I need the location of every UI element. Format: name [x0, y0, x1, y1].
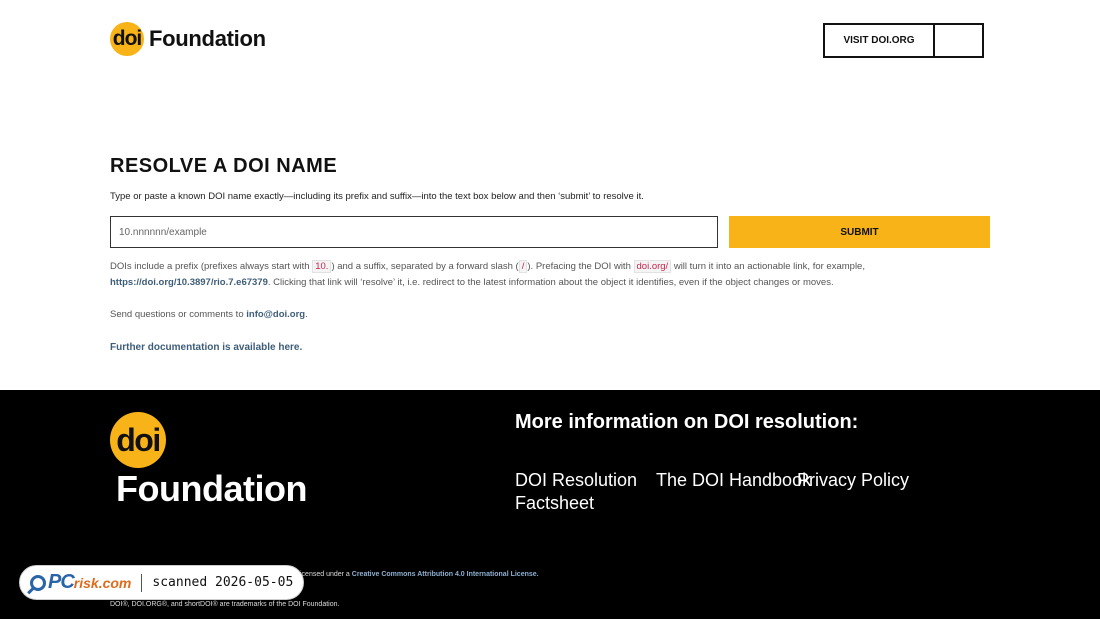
watermark-logo-small: risk.com — [73, 575, 132, 591]
doi-org-code: doi.org/ — [633, 260, 672, 273]
watermark-divider — [141, 573, 143, 592]
doi-logo-mark: doi — [110, 22, 144, 56]
watermark-logo: PCrisk.com — [48, 571, 131, 594]
footer-link-privacy[interactable]: Privacy Policy — [797, 469, 909, 492]
logo-wordmark: Foundation — [149, 26, 266, 51]
visit-doi-org-button[interactable]: VISIT DOI.ORG — [825, 25, 935, 56]
contact-email-link[interactable]: info@doi.org — [246, 309, 305, 320]
further-documentation-link[interactable]: Further documentation is available here. — [110, 342, 302, 353]
footer-doi-logo-mark: doi — [110, 412, 166, 468]
explain-text-4: will turn it into an actionable link, fo… — [671, 261, 865, 272]
watermark-badge: PCrisk.com scanned 2026-05-05 — [19, 565, 304, 600]
footer-logo-wordmark: Foundation — [116, 468, 307, 509]
menu-button[interactable] — [935, 25, 982, 56]
page-title: RESOLVE A DOI NAME — [110, 155, 338, 177]
header-logo[interactable]: doi Foundation — [110, 22, 266, 56]
license-link[interactable]: Creative Commons Attribution 4.0 Interna… — [352, 571, 539, 578]
license-prefix: icensed under a — [300, 571, 352, 578]
explain-text-5: . Clicking that link will ‘resolve’ it, … — [267, 276, 834, 288]
prefix-code: 10. — [312, 260, 332, 273]
example-doi-link[interactable]: https://doi.org/10.3897/rio.7.e67379 — [110, 277, 268, 288]
explain-text-2: ) and a suffix, separated by a forward s… — [331, 261, 519, 272]
submit-button[interactable]: SUBMIT — [729, 216, 990, 248]
contact-prefix: Send questions or comments to — [110, 309, 247, 320]
explain-text-3: ). Prefacing the DOI with — [527, 261, 634, 272]
header-actions: VISIT DOI.ORG — [823, 23, 984, 58]
contact-suffix: . — [305, 309, 308, 320]
footer-link-factsheet[interactable]: DOI Resolution Factsheet — [515, 469, 640, 515]
trademark-text: DOI®, DOI.ORG®, and shortDOI® are tradem… — [110, 601, 340, 608]
watermark-logo-main: PC — [48, 571, 75, 593]
intro-text: Type or paste a known DOI name exactly—i… — [110, 191, 644, 202]
explain-text-1: DOIs include a prefix (prefixes always s… — [110, 261, 313, 272]
contact-line: Send questions or comments to info@doi.o… — [110, 309, 308, 320]
license-text: icensed under a Creative Commons Attribu… — [300, 571, 539, 578]
watermark-scan-text: scanned 2026-05-05 — [152, 575, 294, 590]
doi-explanation: DOIs include a prefix (prefixes always s… — [110, 259, 890, 290]
footer-link-handbook[interactable]: The DOI Handbook — [656, 469, 811, 492]
magnifier-icon — [30, 574, 46, 591]
doi-input[interactable] — [110, 216, 718, 248]
footer-heading: More information on DOI resolution: — [515, 411, 859, 433]
